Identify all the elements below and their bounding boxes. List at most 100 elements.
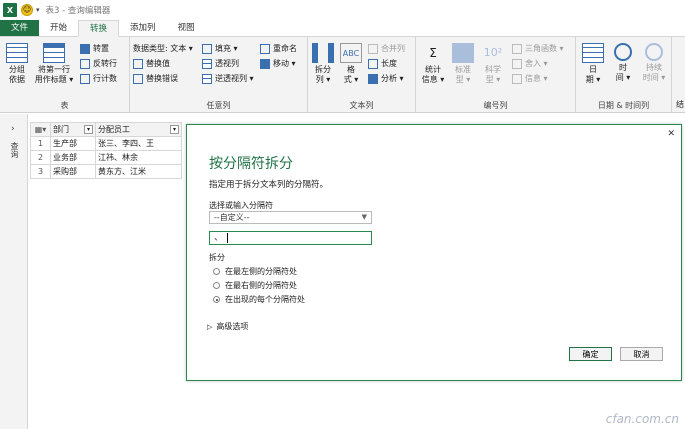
watermark: cfan.com.cn	[605, 412, 679, 426]
custom-delimiter-input[interactable]: 、	[209, 231, 372, 245]
title-bar: X ☺ ▾ 表3 - 查询编辑器	[0, 0, 685, 20]
ok-button[interactable]: 确定	[569, 347, 612, 361]
tab-file[interactable]: 文件	[0, 20, 40, 36]
length-button[interactable]: 长度	[368, 58, 397, 70]
power-icon: 10²	[483, 46, 503, 59]
table-row[interactable]: 1 生产部 张三、李四、王	[30, 136, 182, 151]
group-by-button[interactable]: 分组 依据	[4, 43, 30, 85]
chevron-down-icon: ▼	[361, 213, 367, 221]
table-row[interactable]: 3 采购部 黄东方、江米	[30, 164, 182, 179]
move-icon	[260, 59, 270, 69]
merge-columns-icon	[368, 44, 378, 54]
close-icon[interactable]: ✕	[667, 129, 675, 139]
advanced-options-toggle[interactable]: ▷ 高级选项	[207, 321, 248, 332]
radio-button[interactable]	[213, 268, 220, 275]
data-grid: ▦▾ 部门 ▾ 分配员工 ▾ 1 生产部 张三、李四、王 2 业务部 江祎、林余…	[30, 122, 182, 179]
format-button[interactable]: ABC 格 式 ▾	[340, 43, 362, 85]
first-row-header-icon	[43, 43, 65, 63]
window-title: 表3 - 查询编辑器	[45, 6, 111, 16]
radio-each-occurrence[interactable]: 在出现的每个分隔符处	[213, 294, 305, 305]
tab-view[interactable]: 视图	[167, 20, 206, 36]
overflow-group-label: 结	[676, 100, 684, 109]
filter-dropdown-icon[interactable]: ▾	[84, 125, 93, 134]
scientific-button[interactable]: 10² 科学 型 ▾	[480, 43, 506, 85]
format-abc-icon: ABC	[340, 43, 362, 63]
any-column-group: 数据类型: 文本 ▾ 替换值 替换错误 填充 ▾ 透视列 逆透视列 ▾ 重命名	[130, 37, 308, 113]
quick-access-dropdown-icon[interactable]: ▾	[36, 6, 40, 14]
count-rows-icon	[80, 74, 90, 84]
replace-values-button[interactable]: 替换值	[133, 58, 170, 70]
dialog-title: 按分隔符拆分	[209, 156, 293, 172]
stopwatch-icon	[645, 43, 663, 61]
table-menu-icon[interactable]: ▦▾	[30, 122, 51, 137]
ribbon: 分组 依据 将第一行 用作标题 ▾ 转置 反转行 行计数 表 数据类型: 文本 …	[0, 37, 685, 113]
delimiter-select-label: 选择或输入分隔符	[209, 201, 273, 210]
length-icon	[368, 59, 378, 69]
merge-columns-button[interactable]: 合并列	[368, 43, 405, 55]
replace-values-icon	[133, 59, 143, 69]
unpivot-columns-icon	[202, 74, 212, 84]
table-row[interactable]: 2 业务部 江祎、林余	[30, 150, 182, 165]
date-time-group: 日 期 ▾ 时 间 ▾ 持续 时间 ▾ 日期 & 时间列	[576, 37, 672, 113]
date-time-group-label: 日期 & 时间列	[597, 101, 650, 110]
date-button[interactable]: 日 期 ▾	[580, 43, 606, 85]
time-button[interactable]: 时 间 ▾	[610, 43, 636, 83]
quick-access-toolbar: ☺ ▾	[21, 4, 40, 16]
reverse-rows-button[interactable]: 反转行	[80, 58, 117, 70]
rounding-button[interactable]: 舍入 ▾	[512, 58, 548, 70]
queries-pane-label: 查询	[10, 142, 19, 158]
number-column-group-label: 编号列	[483, 101, 508, 110]
smiley-feedback-icon[interactable]: ☺	[21, 4, 33, 16]
any-column-group-label: 任意列	[206, 101, 231, 110]
column-header-dept[interactable]: 部门 ▾	[50, 122, 96, 137]
radio-leftmost[interactable]: 在最左侧的分隔符处	[213, 266, 297, 277]
table-group: 分组 依据 将第一行 用作标题 ▾ 转置 反转行 行计数 表	[0, 37, 130, 113]
information-icon	[512, 74, 522, 84]
statistics-button[interactable]: Σ 统计 信息 ▾	[420, 43, 446, 85]
unpivot-columns-button[interactable]: 逆透视列 ▾	[202, 73, 254, 85]
information-button[interactable]: 信息 ▾	[512, 73, 548, 85]
replace-errors-icon	[133, 74, 143, 84]
tab-add-column[interactable]: 添加列	[119, 20, 167, 36]
text-caret	[227, 232, 229, 243]
radio-rightmost[interactable]: 在最右侧的分隔符处	[213, 280, 297, 291]
duration-button[interactable]: 持续 时间 ▾	[640, 43, 668, 83]
group-by-icon	[6, 43, 28, 63]
table-group-label: 表	[60, 101, 69, 110]
trigonometry-button[interactable]: 三角函数 ▾	[512, 43, 564, 55]
rename-button[interactable]: 重命名	[260, 43, 297, 55]
column-header-employees[interactable]: 分配员工 ▾	[95, 122, 182, 137]
replace-errors-button[interactable]: 替换错误	[133, 73, 178, 85]
number-column-group: Σ 统计 信息 ▾ 标准 型 ▾ 10² 科学 型 ▾ 三角函数 ▾ 舍入 ▾ …	[416, 37, 576, 113]
pivot-column-button[interactable]: 透视列	[202, 58, 239, 70]
rounding-icon	[512, 59, 522, 69]
move-button[interactable]: 移动 ▾	[260, 58, 296, 70]
radio-button[interactable]	[213, 282, 220, 289]
chevron-right-icon[interactable]: ›	[11, 124, 15, 134]
radio-button-selected[interactable]	[213, 296, 220, 303]
pivot-column-icon	[202, 59, 212, 69]
tab-home[interactable]: 开始	[39, 20, 78, 36]
analyze-icon	[368, 74, 378, 84]
sigma-icon: Σ	[429, 46, 437, 60]
fill-button[interactable]: 填充 ▾	[202, 43, 238, 55]
cancel-button[interactable]: 取消	[620, 347, 663, 361]
delimiter-select[interactable]: --自定义-- ▼	[209, 211, 372, 224]
fill-down-icon	[202, 44, 212, 54]
standard-button[interactable]: 标准 型 ▾	[450, 43, 476, 85]
queries-pane: › 查询	[0, 114, 28, 429]
split-column-button[interactable]: 拆分 列 ▾	[312, 43, 334, 85]
standard-operators-icon	[452, 43, 474, 63]
use-first-row-as-headers-button[interactable]: 将第一行 用作标题 ▾	[34, 43, 74, 85]
count-rows-button[interactable]: 行计数	[80, 73, 117, 85]
analyze-button[interactable]: 分析 ▾	[368, 73, 404, 85]
data-type-dropdown[interactable]: 数据类型: 文本 ▾	[133, 43, 193, 55]
ribbon-tabs: 文件 开始 转换 添加列 视图	[0, 20, 685, 37]
text-column-group-label: 文本列	[349, 101, 374, 110]
split-column-icon	[312, 43, 334, 63]
transpose-button[interactable]: 转置	[80, 43, 109, 55]
tab-transform[interactable]: 转换	[78, 20, 120, 37]
triangle-right-icon: ▷	[207, 322, 213, 331]
filter-dropdown-icon[interactable]: ▾	[170, 125, 179, 134]
transpose-icon	[80, 44, 90, 54]
